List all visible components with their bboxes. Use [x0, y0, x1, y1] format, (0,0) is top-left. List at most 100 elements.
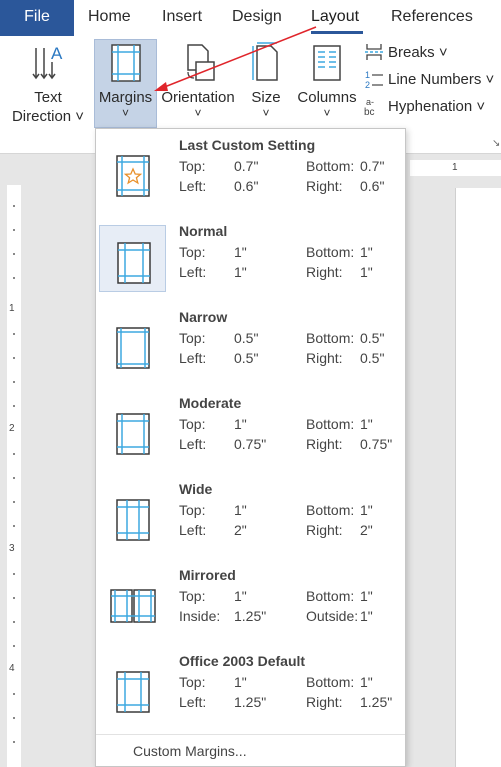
text-direction-label-2: Direction ˅ [11, 108, 85, 125]
margin-key: Bottom: [306, 588, 355, 604]
margin-value: 1.25" [234, 608, 267, 624]
margin-option-normal[interactable]: Normal Top: 1" Bottom: 1" Left: 1" Right… [96, 215, 405, 301]
margin-key: Right: [306, 178, 343, 194]
ruler-tick [13, 621, 15, 623]
margin-key: Bottom: [306, 244, 355, 260]
tab-home[interactable]: Home [88, 0, 131, 36]
hyphenation-label: Hyphenation ˅ [388, 97, 486, 115]
chevron-down-icon: ˅ [262, 106, 270, 120]
svg-text:A: A [51, 44, 63, 63]
ruler-tick [13, 717, 15, 719]
ruler-tick [13, 453, 15, 455]
ruler-tick [13, 277, 15, 279]
orientation-icon [187, 44, 215, 81]
margin-value: 0.75" [234, 436, 267, 452]
active-tab-indicator [311, 31, 363, 34]
margin-option-moderate[interactable]: Moderate Top: 1" Bottom: 1" Left: 0.75" … [96, 387, 405, 473]
margin-option-last-custom[interactable]: Last Custom Setting Top: 0.7" Bottom: 0.… [96, 129, 405, 215]
normal-margins-icon [117, 242, 151, 284]
margin-key: Left: [179, 264, 207, 280]
margin-value: 1" [234, 264, 247, 280]
ribbon-tab-bar: File Home Insert Design Layout Reference… [0, 0, 501, 36]
margin-value: 0.5" [360, 350, 385, 366]
breaks-label: Breaks ˅ [388, 43, 448, 61]
margin-option-wide[interactable]: Wide Top: 1" Bottom: 1" Left: 2" Right: … [96, 473, 405, 559]
margin-value: 1" [360, 416, 373, 432]
margin-value: 0.5" [234, 350, 259, 366]
margin-key: Top: [179, 330, 206, 346]
moderate-margins-icon [116, 413, 150, 455]
columns-button[interactable]: Columns ˅ [296, 42, 358, 119]
orientation-label: Orientation [161, 89, 235, 106]
margin-value: 0.7" [234, 158, 259, 174]
chevron-down-icon: ˅ [194, 106, 202, 120]
text-direction-icon: A [32, 44, 63, 80]
svg-text:bc: bc [364, 107, 375, 116]
margins-dropdown: Last Custom Setting Top: 0.7" Bottom: 0.… [95, 128, 406, 767]
hyphenation-button[interactable]: a- bc Hyphenation ˅ [364, 95, 485, 117]
ruler-tick [13, 693, 15, 695]
office-2003-margins-icon [116, 671, 150, 713]
columns-label: Columns [297, 89, 357, 106]
margin-value: 1" [234, 416, 247, 432]
margin-key: Top: [179, 416, 206, 432]
margin-option-office-2003-default[interactable]: Office 2003 Default Top: 1" Bottom: 1" L… [96, 645, 405, 731]
margin-value: 0.5" [360, 330, 385, 346]
ruler-tick [13, 525, 15, 527]
ruler-tick [13, 741, 15, 743]
margin-value: 1" [360, 244, 373, 260]
thumb-frame [99, 569, 166, 636]
margin-value: 1" [360, 502, 373, 518]
page-size-icon [252, 42, 278, 81]
margins-label: Margins [98, 89, 153, 106]
margin-value: 1" [234, 244, 247, 260]
margin-key: Inside: [179, 608, 221, 624]
margin-key: Right: [306, 694, 343, 710]
margin-value: 0.6" [360, 178, 385, 194]
margin-key: Top: [179, 158, 206, 174]
tab-insert[interactable]: Insert [162, 0, 202, 36]
line-numbers-button[interactable]: 1 2 Line Numbers ˅ [364, 68, 494, 90]
thumb-frame [99, 139, 166, 206]
margin-option-name: Moderate [179, 395, 242, 411]
custom-margins-button[interactable]: Custom Margins... [133, 743, 247, 759]
margin-option-name: Last Custom Setting [179, 137, 316, 153]
ruler-tick [13, 229, 15, 231]
margin-value: 1" [234, 502, 247, 518]
margin-key: Right: [306, 264, 343, 280]
breaks-button[interactable]: Breaks ˅ [364, 41, 448, 63]
ruler-tick [13, 597, 15, 599]
ruler-number: 1 [9, 303, 15, 314]
document-page[interactable] [455, 188, 501, 767]
tab-file[interactable]: File [0, 0, 74, 36]
tab-design[interactable]: Design [232, 0, 282, 36]
orientation-button[interactable]: Orientation ˅ [159, 42, 237, 119]
ruler-number: 1 [452, 162, 458, 173]
size-button[interactable]: Size ˅ [243, 42, 289, 119]
thumb-frame [99, 225, 166, 292]
ruler-tick [13, 645, 15, 647]
margin-option-narrow[interactable]: Narrow Top: 0.5" Bottom: 0.5" Left: 0.5"… [96, 301, 405, 387]
margin-option-name: Office 2003 Default [179, 653, 306, 669]
margin-key: Bottom: [306, 502, 355, 518]
margin-key: Right: [306, 522, 343, 538]
margin-key: Top: [179, 244, 206, 260]
columns-icon [313, 45, 341, 81]
margin-option-mirrored[interactable]: Mirrored Top: 1" Bottom: 1" Inside: 1.25… [96, 559, 405, 645]
page-setup-launcher-icon[interactable]: ↘ [492, 138, 500, 149]
margin-key: Bottom: [306, 158, 355, 174]
margin-key: Left: [179, 522, 207, 538]
tab-references[interactable]: References [391, 0, 473, 36]
svg-text:1: 1 [365, 70, 370, 80]
line-numbers-label: Line Numbers ˅ [388, 70, 495, 88]
margins-button[interactable]: Margins ˅ [94, 39, 157, 128]
ruler-number: 2 [9, 423, 15, 434]
ruler-tick [13, 405, 15, 407]
margin-value: 2" [234, 522, 247, 538]
ruler-tick [13, 333, 15, 335]
margin-key: Bottom: [306, 416, 355, 432]
margin-value: 1" [360, 608, 373, 624]
text-direction-button[interactable]: A Text Direction ˅ [10, 42, 86, 126]
margin-value: 1" [360, 674, 373, 690]
svg-text:a-: a- [366, 97, 374, 107]
